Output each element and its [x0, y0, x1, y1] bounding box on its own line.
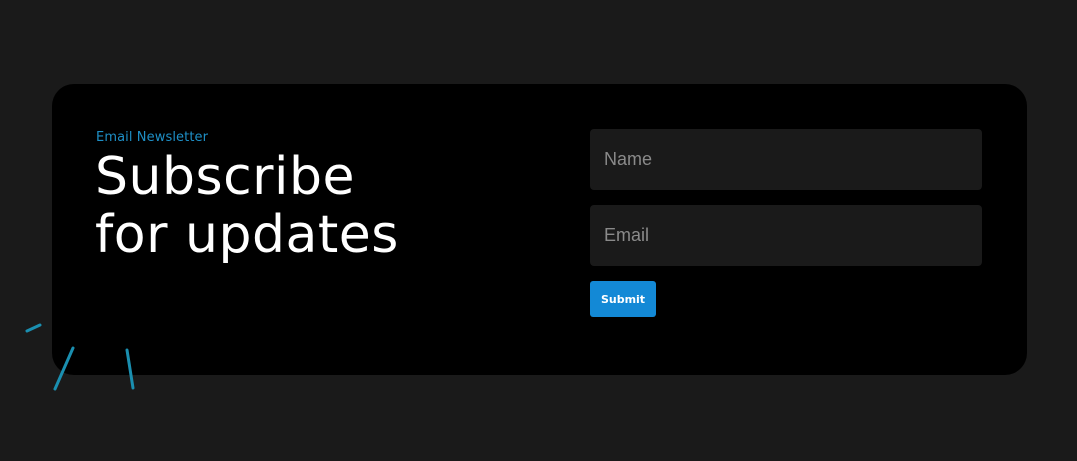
sparkle-dash-left [25, 323, 42, 333]
newsletter-eyebrow: Email Newsletter [96, 130, 209, 145]
newsletter-headline: Subscribe for updates [95, 148, 399, 264]
headline-line-1: Subscribe [95, 147, 355, 207]
newsletter-card: Email Newsletter Subscribe for updates S… [52, 84, 1027, 375]
submit-button[interactable]: Submit [590, 281, 656, 317]
subscribe-form: Submit [590, 129, 982, 317]
name-input[interactable] [590, 129, 982, 190]
headline-line-2: for updates [95, 205, 399, 265]
email-input[interactable] [590, 205, 982, 266]
